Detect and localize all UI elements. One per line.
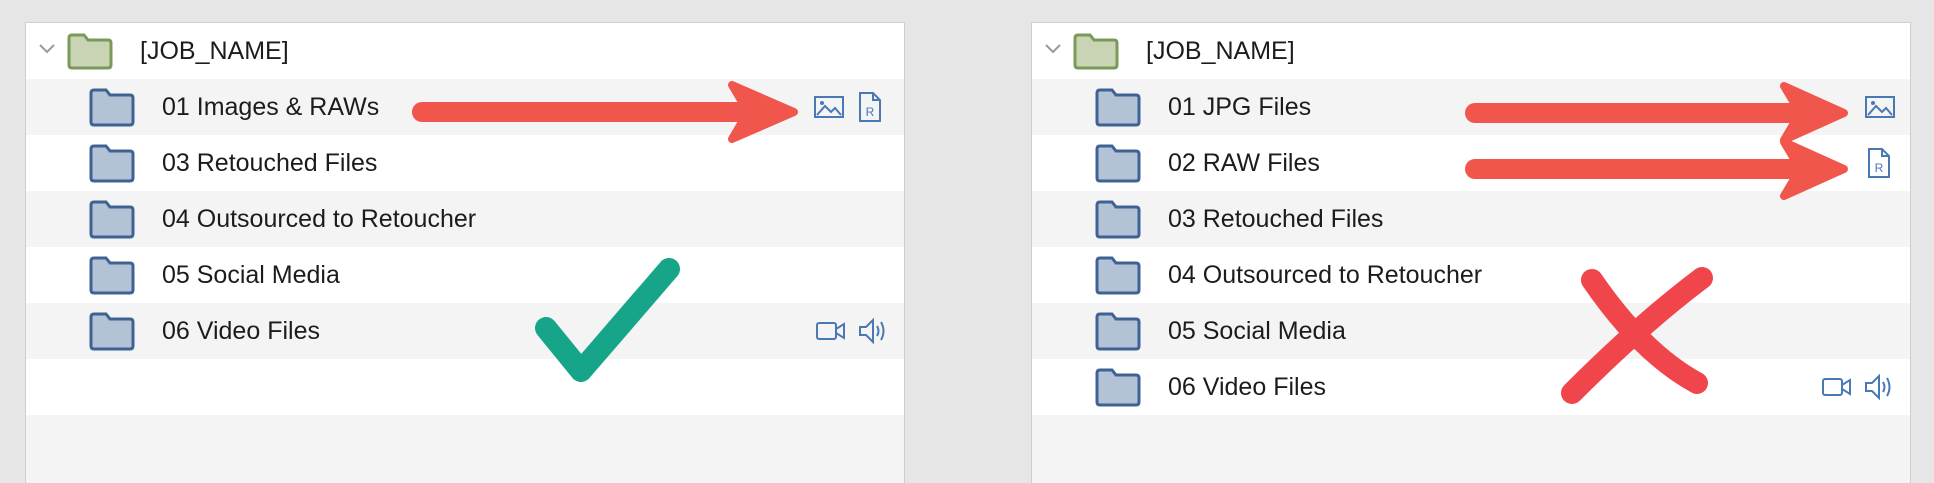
folder-icon xyxy=(1095,88,1141,127)
job-folder-icon xyxy=(1073,33,1119,70)
video-icon xyxy=(816,322,845,340)
tree-row-folder[interactable]: 02 RAW Files R xyxy=(1032,135,1910,191)
folder-label: 05 Social Media xyxy=(1168,317,1346,345)
tree-row-folder[interactable]: 03 Retouched Files xyxy=(1032,191,1910,247)
folder-icon xyxy=(89,256,135,295)
chevron-down-icon[interactable] xyxy=(1044,43,1062,55)
tree-row-folder[interactable]: 04 Outsourced to Retoucher xyxy=(1032,247,1910,303)
folder-label: 06 Video Files xyxy=(1168,373,1326,401)
folder-label: 06 Video Files xyxy=(162,317,320,345)
audio-icon xyxy=(859,317,885,345)
tree-row-job[interactable]: [JOB_NAME] xyxy=(1032,23,1910,79)
job-name-label: [JOB_NAME] xyxy=(140,37,289,65)
folder-label: 05 Social Media xyxy=(162,261,340,289)
tree-row-folder[interactable]: 05 Social Media xyxy=(1032,303,1910,359)
folder-label: 01 Images & RAWs xyxy=(162,93,380,121)
raw-file-icon-letter: R xyxy=(866,105,875,119)
folder-template-panel-right: [JOB_NAME] 01 JPG Files 02 RAW Files R 0… xyxy=(1031,22,1911,483)
folder-label: 01 JPG Files xyxy=(1168,93,1312,121)
folder-label: 02 RAW Files xyxy=(1168,149,1320,177)
video-icon xyxy=(1822,378,1851,396)
folder-icon xyxy=(1095,200,1141,239)
tree-row-job[interactable]: [JOB_NAME] xyxy=(26,23,904,79)
folder-label: 04 Outsourced to Retoucher xyxy=(162,205,477,233)
folder-icon xyxy=(89,200,135,239)
job-name-label: [JOB_NAME] xyxy=(1146,37,1295,65)
folder-label: 03 Retouched Files xyxy=(162,149,378,177)
folder-template-panel-left: [JOB_NAME] 01 Images & RAWs R 03 Retouch… xyxy=(25,22,905,483)
audio-icon xyxy=(1865,373,1891,401)
tree-row-folder[interactable]: 03 Retouched Files xyxy=(26,135,904,191)
tree-row-folder[interactable]: 01 JPG Files xyxy=(1032,79,1910,135)
folder-icon xyxy=(89,88,135,127)
image-icon xyxy=(814,96,844,118)
folder-icon xyxy=(1095,144,1141,183)
folder-icon xyxy=(1095,256,1141,295)
tree-row-folder[interactable]: 06 Video Files xyxy=(1032,359,1910,415)
chevron-down-icon[interactable] xyxy=(38,43,56,55)
raw-file-icon-letter: R xyxy=(1875,161,1884,175)
folder-label: 03 Retouched Files xyxy=(1168,205,1384,233)
tree-row-folder[interactable]: 06 Video Files xyxy=(26,303,904,359)
image-icon xyxy=(1865,96,1895,118)
tree-row-folder[interactable]: 01 Images & RAWs R xyxy=(26,79,904,135)
raw-file-icon: R xyxy=(1868,148,1890,178)
tree-row-empty xyxy=(26,359,904,415)
folder-icon xyxy=(89,144,135,183)
job-folder-icon xyxy=(67,33,113,70)
tree-row-folder[interactable]: 05 Social Media xyxy=(26,247,904,303)
tree-row-folder[interactable]: 04 Outsourced to Retoucher xyxy=(26,191,904,247)
raw-file-icon: R xyxy=(859,92,881,122)
folder-icon xyxy=(89,312,135,351)
folder-icon xyxy=(1095,368,1141,407)
folder-icon xyxy=(1095,312,1141,351)
folder-label: 04 Outsourced to Retoucher xyxy=(1168,261,1483,289)
